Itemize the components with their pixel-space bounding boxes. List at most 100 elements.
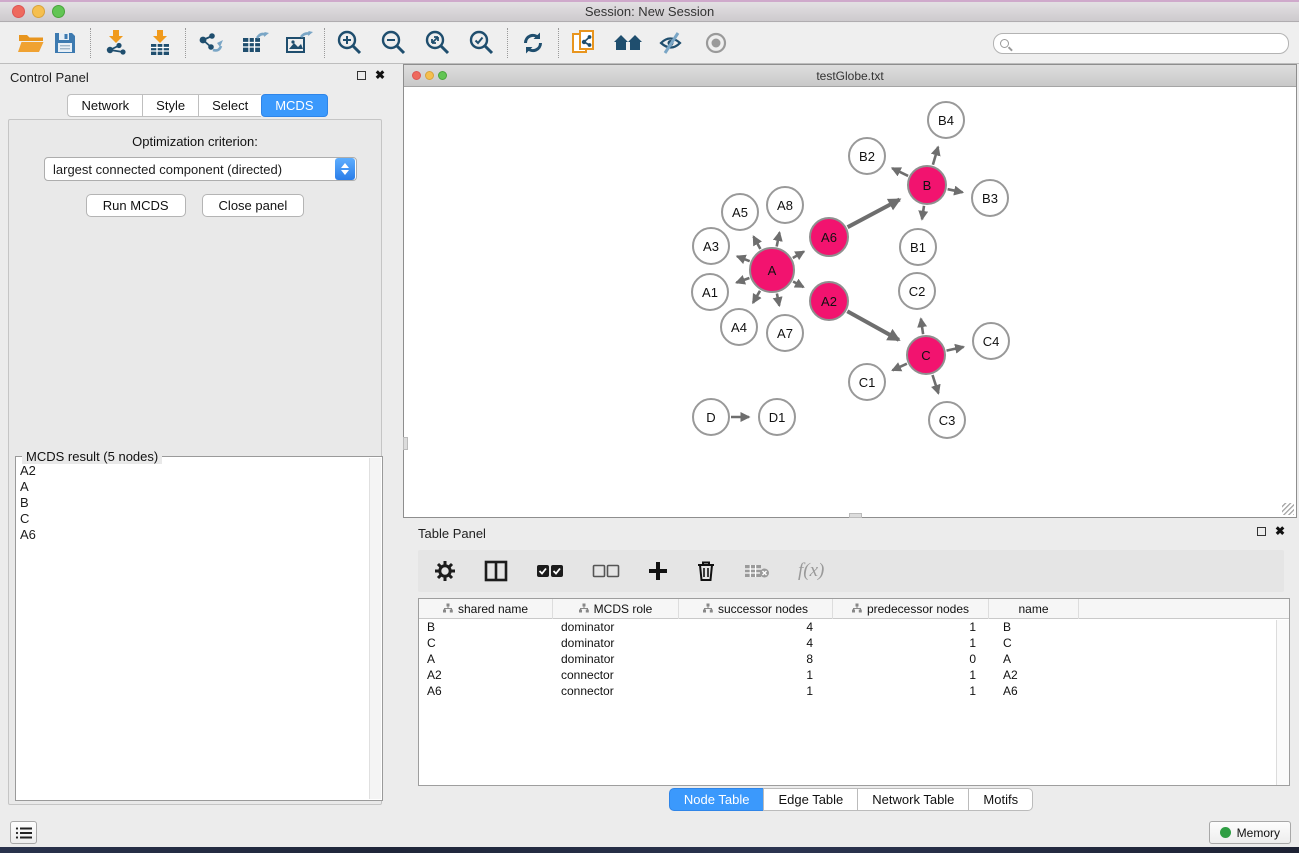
table-cell[interactable]: A6 bbox=[419, 683, 553, 699]
tab-network[interactable]: Network bbox=[67, 94, 142, 117]
table-cell[interactable]: B bbox=[419, 619, 553, 635]
network-canvas[interactable]: B4B2BB3B1A5A8A6A3AA1A2C2A4A7C4CC1C3DD1 bbox=[404, 87, 1296, 517]
run-mcds-button[interactable]: Run MCDS bbox=[86, 194, 186, 217]
first-neighbors-icon[interactable] bbox=[611, 27, 645, 59]
import-network-icon[interactable] bbox=[99, 27, 133, 59]
close-panel-icon[interactable]: ✖ bbox=[375, 70, 385, 81]
zoom-fit-icon[interactable] bbox=[421, 27, 455, 59]
save-session-icon[interactable] bbox=[48, 27, 82, 59]
table-cell[interactable]: A2 bbox=[989, 667, 1079, 683]
refresh-layout-icon[interactable] bbox=[516, 27, 550, 59]
table-cell[interactable]: 1 bbox=[833, 619, 989, 635]
search-input[interactable] bbox=[1014, 35, 1288, 51]
table-cell[interactable]: dominator bbox=[553, 619, 679, 635]
column-header-predecessor-nodes[interactable]: predecessor nodes bbox=[833, 599, 989, 619]
table-cell[interactable]: 1 bbox=[679, 667, 833, 683]
table-row[interactable]: Bdominator41B bbox=[419, 619, 1289, 635]
table-row[interactable]: A6connector11A6 bbox=[419, 683, 1289, 699]
hide-selected-icon[interactable] bbox=[655, 27, 689, 59]
export-table-icon[interactable] bbox=[238, 27, 272, 59]
table-cell[interactable]: B bbox=[989, 619, 1079, 635]
table-cell[interactable]: C bbox=[989, 635, 1079, 651]
open-file-icon[interactable] bbox=[14, 27, 48, 59]
tab-network-table[interactable]: Network Table bbox=[857, 788, 968, 811]
optimization-criterion-select[interactable]: largest connected component (directed) bbox=[44, 157, 357, 181]
column-header-MCDS-role[interactable]: MCDS role bbox=[553, 599, 679, 619]
select-all-checkboxes-icon[interactable] bbox=[536, 564, 564, 578]
table-row[interactable]: Cdominator41C bbox=[419, 635, 1289, 651]
mcds-result-list[interactable]: A2ABCA6 bbox=[20, 463, 368, 796]
result-item[interactable]: C bbox=[20, 511, 368, 527]
table-cell[interactable]: 1 bbox=[833, 667, 989, 683]
graph-node-A2[interactable]: A2 bbox=[809, 281, 849, 321]
delete-column-icon[interactable] bbox=[696, 560, 716, 582]
graph-node-A3[interactable]: A3 bbox=[692, 227, 730, 265]
result-item[interactable]: B bbox=[20, 495, 368, 511]
delete-table-icon[interactable] bbox=[744, 562, 770, 580]
canvas-left-handle[interactable] bbox=[403, 437, 408, 450]
table-row[interactable]: A2connector11A2 bbox=[419, 667, 1289, 683]
graph-node-A1[interactable]: A1 bbox=[691, 273, 729, 311]
result-item[interactable]: A6 bbox=[20, 527, 368, 543]
table-cell[interactable]: dominator bbox=[553, 635, 679, 651]
result-item[interactable]: A bbox=[20, 479, 368, 495]
tab-style[interactable]: Style bbox=[142, 94, 198, 117]
graph-node-C3[interactable]: C3 bbox=[928, 401, 966, 439]
tab-mcds[interactable]: MCDS bbox=[261, 94, 327, 117]
graph-node-B1[interactable]: B1 bbox=[899, 228, 937, 266]
graph-node-D1[interactable]: D1 bbox=[758, 398, 796, 436]
table-cell[interactable]: connector bbox=[553, 667, 679, 683]
table-cell[interactable]: 4 bbox=[679, 619, 833, 635]
graph-node-B2[interactable]: B2 bbox=[848, 137, 886, 175]
float-panel-icon[interactable] bbox=[357, 71, 366, 80]
graph-node-A7[interactable]: A7 bbox=[766, 314, 804, 352]
graph-node-C1[interactable]: C1 bbox=[848, 363, 886, 401]
graph-node-A5[interactable]: A5 bbox=[721, 193, 759, 231]
deselect-all-checkboxes-icon[interactable] bbox=[592, 564, 620, 578]
result-item[interactable]: A2 bbox=[20, 463, 368, 479]
close-table-panel-icon[interactable]: ✖ bbox=[1275, 526, 1285, 537]
graph-node-B[interactable]: B bbox=[907, 165, 947, 205]
tab-node-table[interactable]: Node Table bbox=[669, 788, 764, 811]
tab-select[interactable]: Select bbox=[198, 94, 261, 117]
tab-motifs[interactable]: Motifs bbox=[968, 788, 1033, 811]
show-all-icon[interactable] bbox=[699, 27, 733, 59]
graph-node-B3[interactable]: B3 bbox=[971, 179, 1009, 217]
table-cell[interactable]: A2 bbox=[419, 667, 553, 683]
table-cell[interactable]: 8 bbox=[679, 651, 833, 667]
table-cell[interactable]: 1 bbox=[679, 683, 833, 699]
table-cell[interactable]: 4 bbox=[679, 635, 833, 651]
canvas-bottom-handle[interactable] bbox=[849, 513, 862, 518]
resize-grip-icon[interactable] bbox=[1282, 503, 1294, 515]
graph-node-A8[interactable]: A8 bbox=[766, 186, 804, 224]
table-cell[interactable]: A6 bbox=[989, 683, 1079, 699]
graph-node-B4[interactable]: B4 bbox=[927, 101, 965, 139]
column-layout-icon[interactable] bbox=[484, 560, 508, 582]
table-cell[interactable]: 0 bbox=[833, 651, 989, 667]
table-cell[interactable]: 1 bbox=[833, 635, 989, 651]
gear-icon[interactable] bbox=[434, 560, 456, 582]
tab-edge-table[interactable]: Edge Table bbox=[763, 788, 857, 811]
duplicate-network-icon[interactable] bbox=[567, 27, 601, 59]
table-scrollbar[interactable] bbox=[1276, 620, 1289, 785]
table-cell[interactable]: A bbox=[419, 651, 553, 667]
search-box[interactable] bbox=[993, 33, 1289, 54]
table-cell[interactable]: 1 bbox=[833, 683, 989, 699]
graph-node-C2[interactable]: C2 bbox=[898, 272, 936, 310]
graph-node-C[interactable]: C bbox=[906, 335, 946, 375]
column-header-name[interactable]: name bbox=[989, 599, 1079, 619]
table-cell[interactable]: A bbox=[989, 651, 1079, 667]
graph-node-A4[interactable]: A4 bbox=[720, 308, 758, 346]
table-row[interactable]: Adominator80A bbox=[419, 651, 1289, 667]
task-history-button[interactable] bbox=[10, 821, 37, 844]
table-cell[interactable]: C bbox=[419, 635, 553, 651]
function-builder-icon[interactable]: f(x) bbox=[798, 560, 824, 582]
graph-node-D[interactable]: D bbox=[692, 398, 730, 436]
export-image-icon[interactable] bbox=[282, 27, 316, 59]
add-column-icon[interactable] bbox=[648, 561, 668, 581]
zoom-in-icon[interactable] bbox=[333, 27, 367, 59]
table-cell[interactable]: dominator bbox=[553, 651, 679, 667]
export-network-icon[interactable] bbox=[194, 27, 228, 59]
graph-node-A[interactable]: A bbox=[749, 247, 795, 293]
column-header-successor-nodes[interactable]: successor nodes bbox=[679, 599, 833, 619]
